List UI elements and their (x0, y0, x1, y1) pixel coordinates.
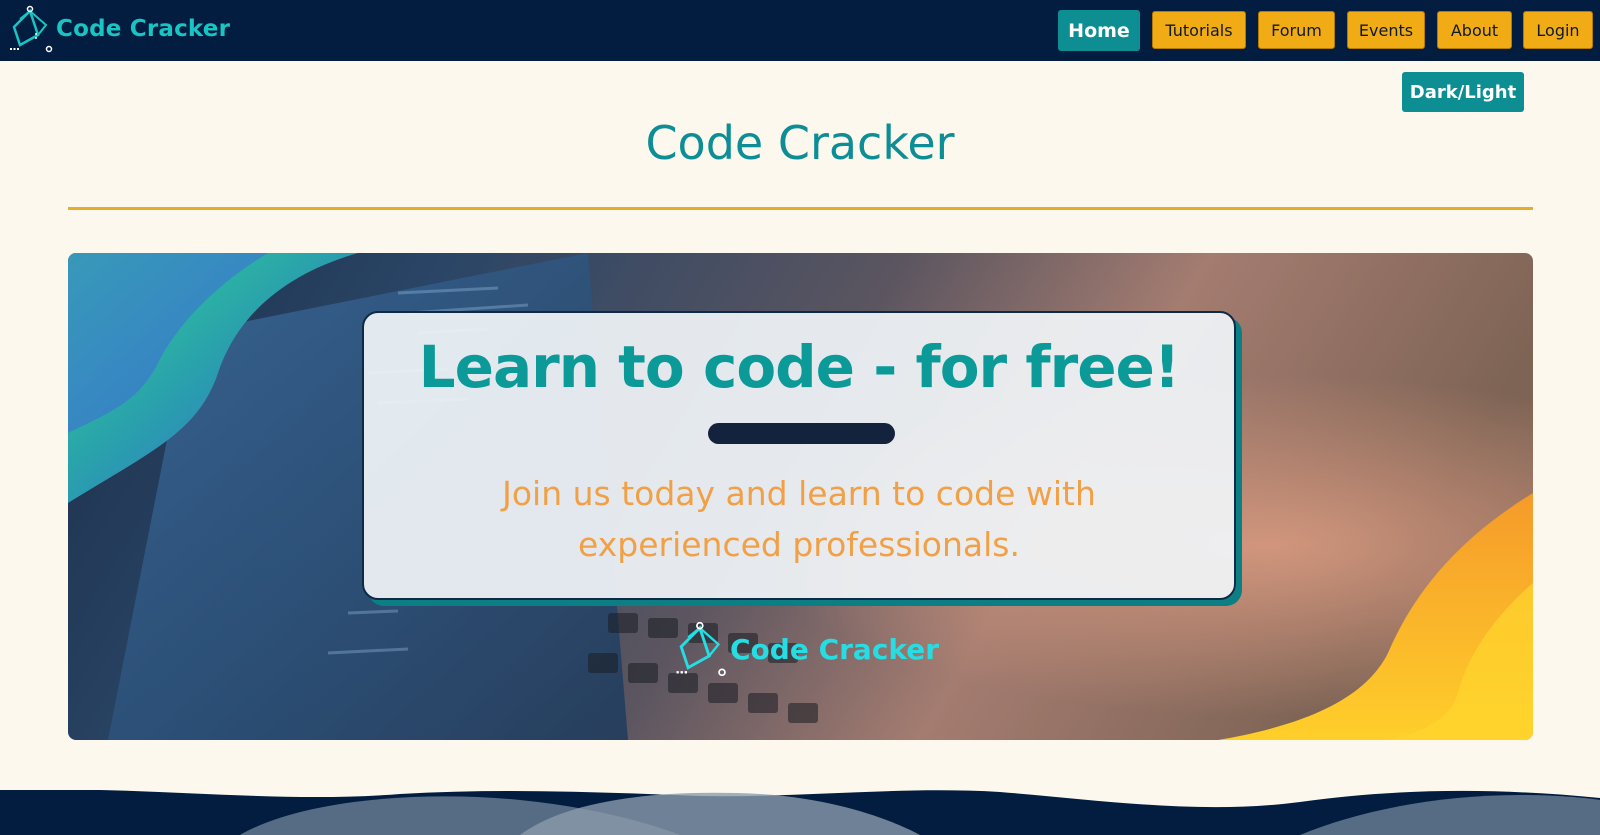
hero-logo-text: Code Cracker (730, 632, 940, 666)
footer-wave-decoration (0, 790, 1600, 835)
brand-name: Code Cracker (56, 16, 231, 42)
hero-card: Learn to code - for free! Join us today … (362, 311, 1236, 600)
nav-tutorials[interactable]: Tutorials (1152, 11, 1246, 49)
top-navbar: Code Cracker Home Tutorials Forum Events… (0, 0, 1600, 61)
brand-logo[interactable]: Code Cracker (8, 4, 230, 54)
nav-events[interactable]: Events (1347, 11, 1425, 49)
code-cracker-logo-icon (10, 5, 53, 53)
hero-subtext: Join us today and learn to code with exp… (502, 474, 1096, 564)
hero-headline: Learn to code - for free! (418, 333, 1181, 401)
hero-divider-bar (708, 423, 895, 444)
nav-login[interactable]: Login (1523, 11, 1593, 49)
code-cracker-logo-icon (676, 621, 726, 677)
hero-logo: Code Cracker (674, 621, 939, 677)
nav-home[interactable]: Home (1058, 10, 1140, 51)
dark-light-toggle-button[interactable]: Dark/Light (1402, 72, 1524, 112)
nav-forum[interactable]: Forum (1258, 11, 1335, 49)
title-divider (68, 207, 1533, 210)
nav-about[interactable]: About (1437, 11, 1512, 49)
page-title: Code Cracker (645, 116, 955, 170)
hero-banner: Learn to code - for free! Join us today … (68, 253, 1533, 740)
